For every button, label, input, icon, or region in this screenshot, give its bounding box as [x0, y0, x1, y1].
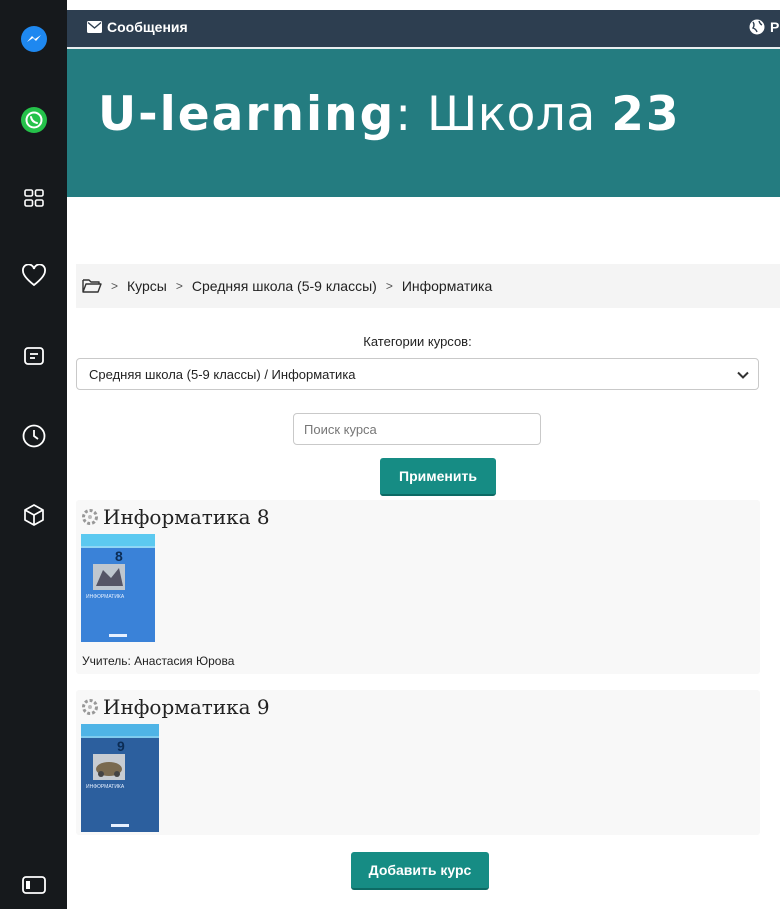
course-item: Информатика 9 9 ИНФОРМАТИКА: [76, 690, 760, 835]
clock-icon[interactable]: [20, 422, 48, 450]
cover-title: ИНФОРМАТИКА: [86, 784, 125, 790]
language-menu[interactable]: Р: [749, 19, 779, 35]
breadcrumb: > Курсы > Средняя школа (5-9 классы) > И…: [76, 264, 780, 308]
course-cover-image[interactable]: 9 ИНФОРМАТИКА: [81, 724, 159, 832]
apps-grid-icon[interactable]: [20, 184, 48, 212]
breadcrumb-item-courses[interactable]: Курсы: [127, 278, 167, 294]
cover-title: ИНФОРМАТИКА: [86, 594, 125, 600]
site-title-brand: U-learning: [98, 87, 396, 142]
breadcrumb-separator: >: [175, 279, 183, 293]
site-title-rest: : Школа: [395, 87, 612, 142]
course-title-text: Информатика 8: [103, 505, 270, 529]
site-header: U-learning: Школа 23: [67, 49, 780, 197]
folder-icon[interactable]: [82, 278, 102, 294]
whatsapp-icon[interactable]: [20, 106, 48, 134]
course-search-input[interactable]: [293, 413, 541, 445]
messages-link[interactable]: Сообщения: [87, 19, 188, 35]
breadcrumb-separator: >: [385, 279, 393, 293]
top-navbar: Сообщения Р: [67, 10, 780, 47]
chevron-down-icon: [737, 371, 749, 379]
language-label: Р: [770, 19, 780, 35]
breadcrumb-item-informatics: Информатика: [401, 278, 493, 294]
breadcrumb-item-middle-school[interactable]: Средняя школа (5-9 классы): [192, 278, 377, 294]
course-title[interactable]: Информатика 9: [82, 695, 270, 719]
category-select[interactable]: Средняя школа (5-9 классы) / Информатика: [76, 358, 759, 390]
envelope-icon: [87, 21, 102, 33]
heart-icon[interactable]: [20, 262, 48, 290]
teacher-label[interactable]: Учитель: Анастасия Юрова: [82, 654, 234, 668]
sidebar: [0, 0, 67, 909]
messenger-icon[interactable]: [20, 25, 48, 53]
category-label: Категории курсов:: [363, 334, 472, 349]
add-course-button[interactable]: Добавить курс: [351, 852, 489, 890]
course-cover-image[interactable]: 8 ИНФОРМАТИКА: [81, 534, 155, 642]
site-title-number: 23: [611, 87, 681, 142]
site-title[interactable]: U-learning: Школа 23: [98, 87, 681, 142]
globe-icon: [749, 19, 765, 35]
category-selected-value: Средняя школа (5-9 классы) / Информатика: [89, 366, 356, 382]
course-icon: [82, 509, 98, 525]
messages-label: Сообщения: [107, 19, 188, 35]
course-icon: [82, 699, 98, 715]
cover-number: 9: [117, 738, 125, 754]
apply-button[interactable]: Применить: [380, 458, 496, 496]
course-title[interactable]: Информатика 8: [82, 505, 270, 529]
news-icon[interactable]: [20, 342, 48, 370]
cover-number: 8: [115, 548, 123, 564]
panel-toggle-icon[interactable]: [20, 871, 48, 899]
cube-icon[interactable]: [20, 501, 48, 529]
course-item: Информатика 8 8 ИНФОРМАТИКА Учитель: Ана…: [76, 500, 760, 674]
course-title-text: Информатика 9: [103, 695, 270, 719]
breadcrumb-separator: >: [111, 279, 119, 293]
